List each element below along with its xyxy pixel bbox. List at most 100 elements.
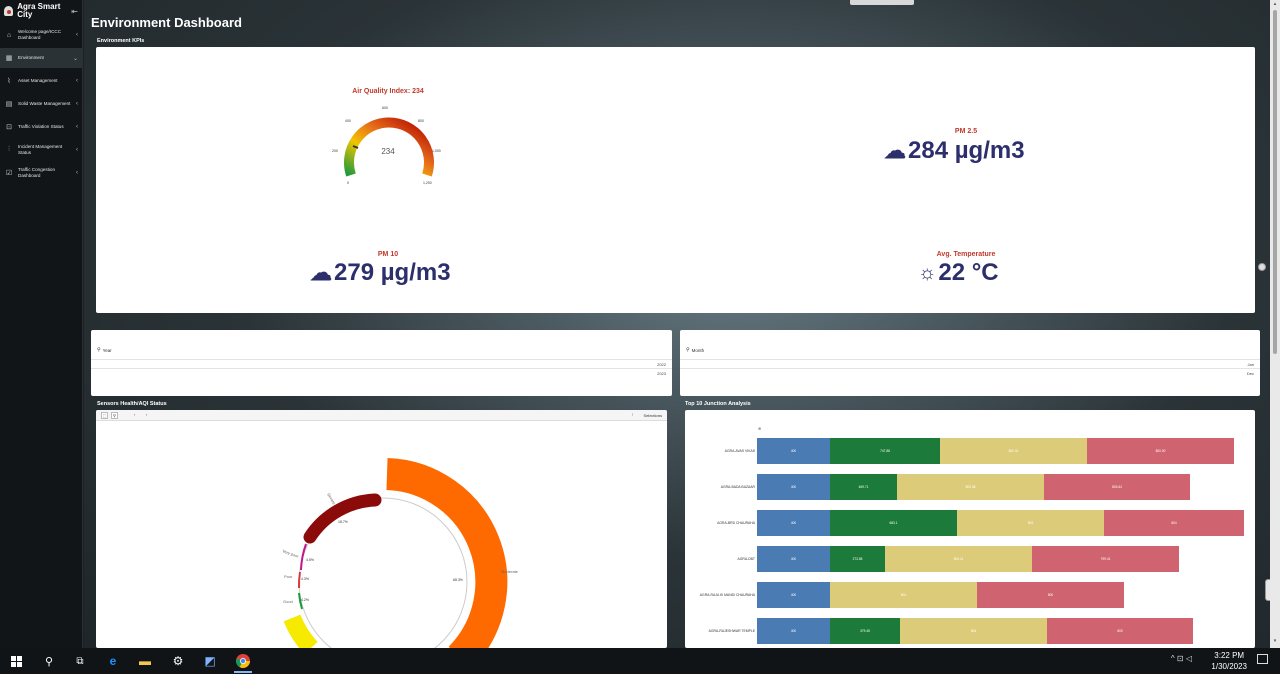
- scroll-up-icon[interactable]: ▴: [1272, 1, 1278, 7]
- sidebar-item[interactable]: ☑ Traffic Congestion Dashboard ‹: [0, 163, 82, 183]
- month-option[interactable]: Jan: [680, 359, 1260, 368]
- kpi-panel: Air Quality Index: 234 234 0 200 400 600…: [96, 47, 1255, 313]
- donut-value: 4.5%: [306, 558, 314, 562]
- junction-label: AGRA-BADA BAZAAR: [720, 485, 755, 489]
- expand-icon[interactable]: ⊕: [758, 426, 761, 431]
- junction-bar-segment[interactable]: 747.88: [830, 438, 940, 464]
- mini-toolbar[interactable]: [850, 0, 914, 5]
- cloud-icon: ☁: [884, 138, 906, 163]
- junction-label: AGRA-RAJA KI MANDI CHAURAHA: [699, 593, 755, 597]
- waste-icon: ▤: [5, 101, 13, 108]
- junction-label: AGRA-RAJESHWAR TEMPLE: [708, 629, 755, 633]
- month-filter-header[interactable]: ⚲ Month: [686, 347, 704, 353]
- year-option[interactable]: 2023: [91, 368, 672, 377]
- main-content: Environment Dashboard Environment KPIs A…: [84, 0, 1270, 648]
- junction-bar-segment[interactable]: 804: [957, 510, 1104, 536]
- junction-bar-segment[interactable]: 800.31: [940, 438, 1087, 464]
- junction-panel: ⊕ AGRA-AVAS VIKAS 400 747.88 800.31 800.00 AG…: [685, 410, 1255, 648]
- pm25-title: PM 2.5: [954, 128, 978, 135]
- notification-icon[interactable]: [1257, 654, 1268, 664]
- junction-bar-segment[interactable]: 801: [830, 582, 977, 608]
- chevron-up-icon[interactable]: ^: [1171, 654, 1175, 663]
- taskbar: ⚲ ⧉ e ▬ ⚙ ◩ ^ ⊡ ◁ 3:22 PM 1/30/2023: [0, 648, 1280, 674]
- year-filter-header[interactable]: ⚲ Year: [97, 347, 112, 353]
- gauge-tick: 200: [332, 149, 338, 153]
- junction-bar-segment[interactable]: 273.85: [830, 546, 885, 572]
- system-tray[interactable]: ^ ⊡ ◁: [1171, 654, 1192, 663]
- junction-bar-segment[interactable]: 800: [1047, 618, 1193, 644]
- sidebar-item[interactable]: ⫶ Incident Management Status ‹: [0, 140, 82, 160]
- kpi-section-title: Environment KPIs: [97, 38, 145, 44]
- pm25-value: 284 µg/m3: [908, 137, 1025, 164]
- grid-icon: ▦: [5, 55, 13, 62]
- gauge-tick: 800: [418, 119, 424, 123]
- notes-app-icon[interactable]: ◩: [201, 652, 219, 670]
- sidebar-item-label: Welcome page/ICCC Dashboard: [18, 29, 62, 40]
- pm10-kpi: ☁ 279 µg/m3: [310, 259, 451, 287]
- junction-section-title: Top 10 Junction Analysis: [685, 401, 751, 407]
- side-toggle-icon[interactable]: [1258, 263, 1266, 271]
- collapse-sidebar-icon[interactable]: ⇤: [71, 7, 78, 16]
- chrome-browser-icon[interactable]: [234, 652, 252, 673]
- sidebar-item[interactable]: ⌂ Welcome page/ICCC Dashboard ‹: [0, 25, 82, 45]
- settings-gear-icon[interactable]: ⚙: [169, 652, 187, 670]
- cloud-icon: ☁: [310, 260, 332, 285]
- network-icon[interactable]: ⊡: [1177, 654, 1184, 663]
- sidebar-item[interactable]: ▦ Environment ⌄: [0, 48, 82, 68]
- windows-start-icon[interactable]: [7, 652, 25, 670]
- junction-bar-segment[interactable]: 800.00: [1087, 438, 1234, 464]
- donut-label: Very poor: [282, 548, 300, 559]
- scroll-thumb[interactable]: [1273, 10, 1277, 354]
- chevron-icon: ‹: [76, 124, 78, 130]
- temp-kpi: ☼ 22 °C: [918, 259, 999, 287]
- scroll-down-icon[interactable]: ▾: [1272, 638, 1278, 644]
- chevron-icon: ‹: [76, 78, 78, 84]
- city-logo-icon: [4, 6, 14, 16]
- brand[interactable]: Agra Smart City ⇤: [0, 0, 82, 22]
- task-view-icon[interactable]: ⧉: [71, 652, 89, 670]
- junction-bar-segment[interactable]: 469.71: [830, 474, 897, 500]
- search-icon: ⚲: [97, 347, 101, 353]
- junction-bar-segment[interactable]: 803.38: [897, 474, 1044, 500]
- donut-slice-severe[interactable]: [303, 493, 382, 544]
- sidebar-item[interactable]: ⌇ Asset Management ‹: [0, 71, 82, 91]
- junction-bar-segment[interactable]: 804: [900, 618, 1047, 644]
- junction-bar-segment[interactable]: 683.1: [830, 510, 957, 536]
- sidebar-item[interactable]: ⊡ Traffic Violation Status ‹: [0, 117, 82, 137]
- junction-bar-segment[interactable]: 400: [757, 546, 830, 572]
- aqi-gauge: 234 0 200 400 600 800 1,000 1,200: [332, 106, 441, 185]
- volume-icon[interactable]: ◁: [1186, 654, 1192, 663]
- gauge-tick: 0: [347, 181, 349, 185]
- sensors-panel: ⬚ ⚲ ‹ › ⫶ Selections Severe Very poor Po…: [96, 410, 667, 648]
- donut-slice-very-poor[interactable]: [300, 543, 307, 571]
- junction-label: AGRA-DBT: [737, 557, 755, 561]
- sidebar: Agra Smart City ⇤ ⌂ Welcome page/ICCC Das…: [0, 0, 83, 648]
- edge-browser-icon[interactable]: e: [104, 652, 122, 670]
- sidebar-item[interactable]: ▤ Solid Waste Management ‹: [0, 94, 82, 114]
- search-icon[interactable]: ⚲: [40, 652, 58, 670]
- search-icon: ⚲: [686, 347, 690, 353]
- chevron-icon: ‹: [76, 32, 78, 38]
- donut-slice-poor[interactable]: [297, 571, 301, 589]
- junction-bar-segment[interactable]: 400: [757, 582, 830, 608]
- temp-value: 22 °C: [938, 259, 999, 286]
- junction-bar-segment[interactable]: 804: [1104, 510, 1244, 536]
- junction-bar-segment[interactable]: 804.11: [885, 546, 1032, 572]
- junction-bar-segment[interactable]: 799.41: [1032, 546, 1179, 572]
- file-explorer-icon[interactable]: ▬: [136, 652, 154, 670]
- sidebar-item-label: Traffic Violation Status: [18, 124, 64, 130]
- junction-bar-segment[interactable]: 400: [757, 510, 830, 536]
- junction-bar-segment[interactable]: 803.64: [1044, 474, 1190, 500]
- junction-bar-segment[interactable]: 400: [757, 474, 830, 500]
- junction-bar-segment[interactable]: 400: [757, 438, 830, 464]
- donut-slice-satisfactory[interactable]: [283, 614, 318, 648]
- donut-label: Poor: [284, 574, 293, 579]
- year-option[interactable]: 2022: [91, 359, 672, 368]
- page-scrollbar[interactable]: ▴ ▾: [1270, 0, 1280, 648]
- donut-value: 4.3%: [301, 577, 309, 581]
- junction-bar-segment[interactable]: 800: [977, 582, 1124, 608]
- month-option[interactable]: Dec: [680, 368, 1260, 377]
- clock[interactable]: 3:22 PM 1/30/2023: [1211, 650, 1247, 672]
- junction-bar-segment[interactable]: 400: [757, 618, 830, 644]
- junction-bar-segment[interactable]: 379.45: [830, 618, 900, 644]
